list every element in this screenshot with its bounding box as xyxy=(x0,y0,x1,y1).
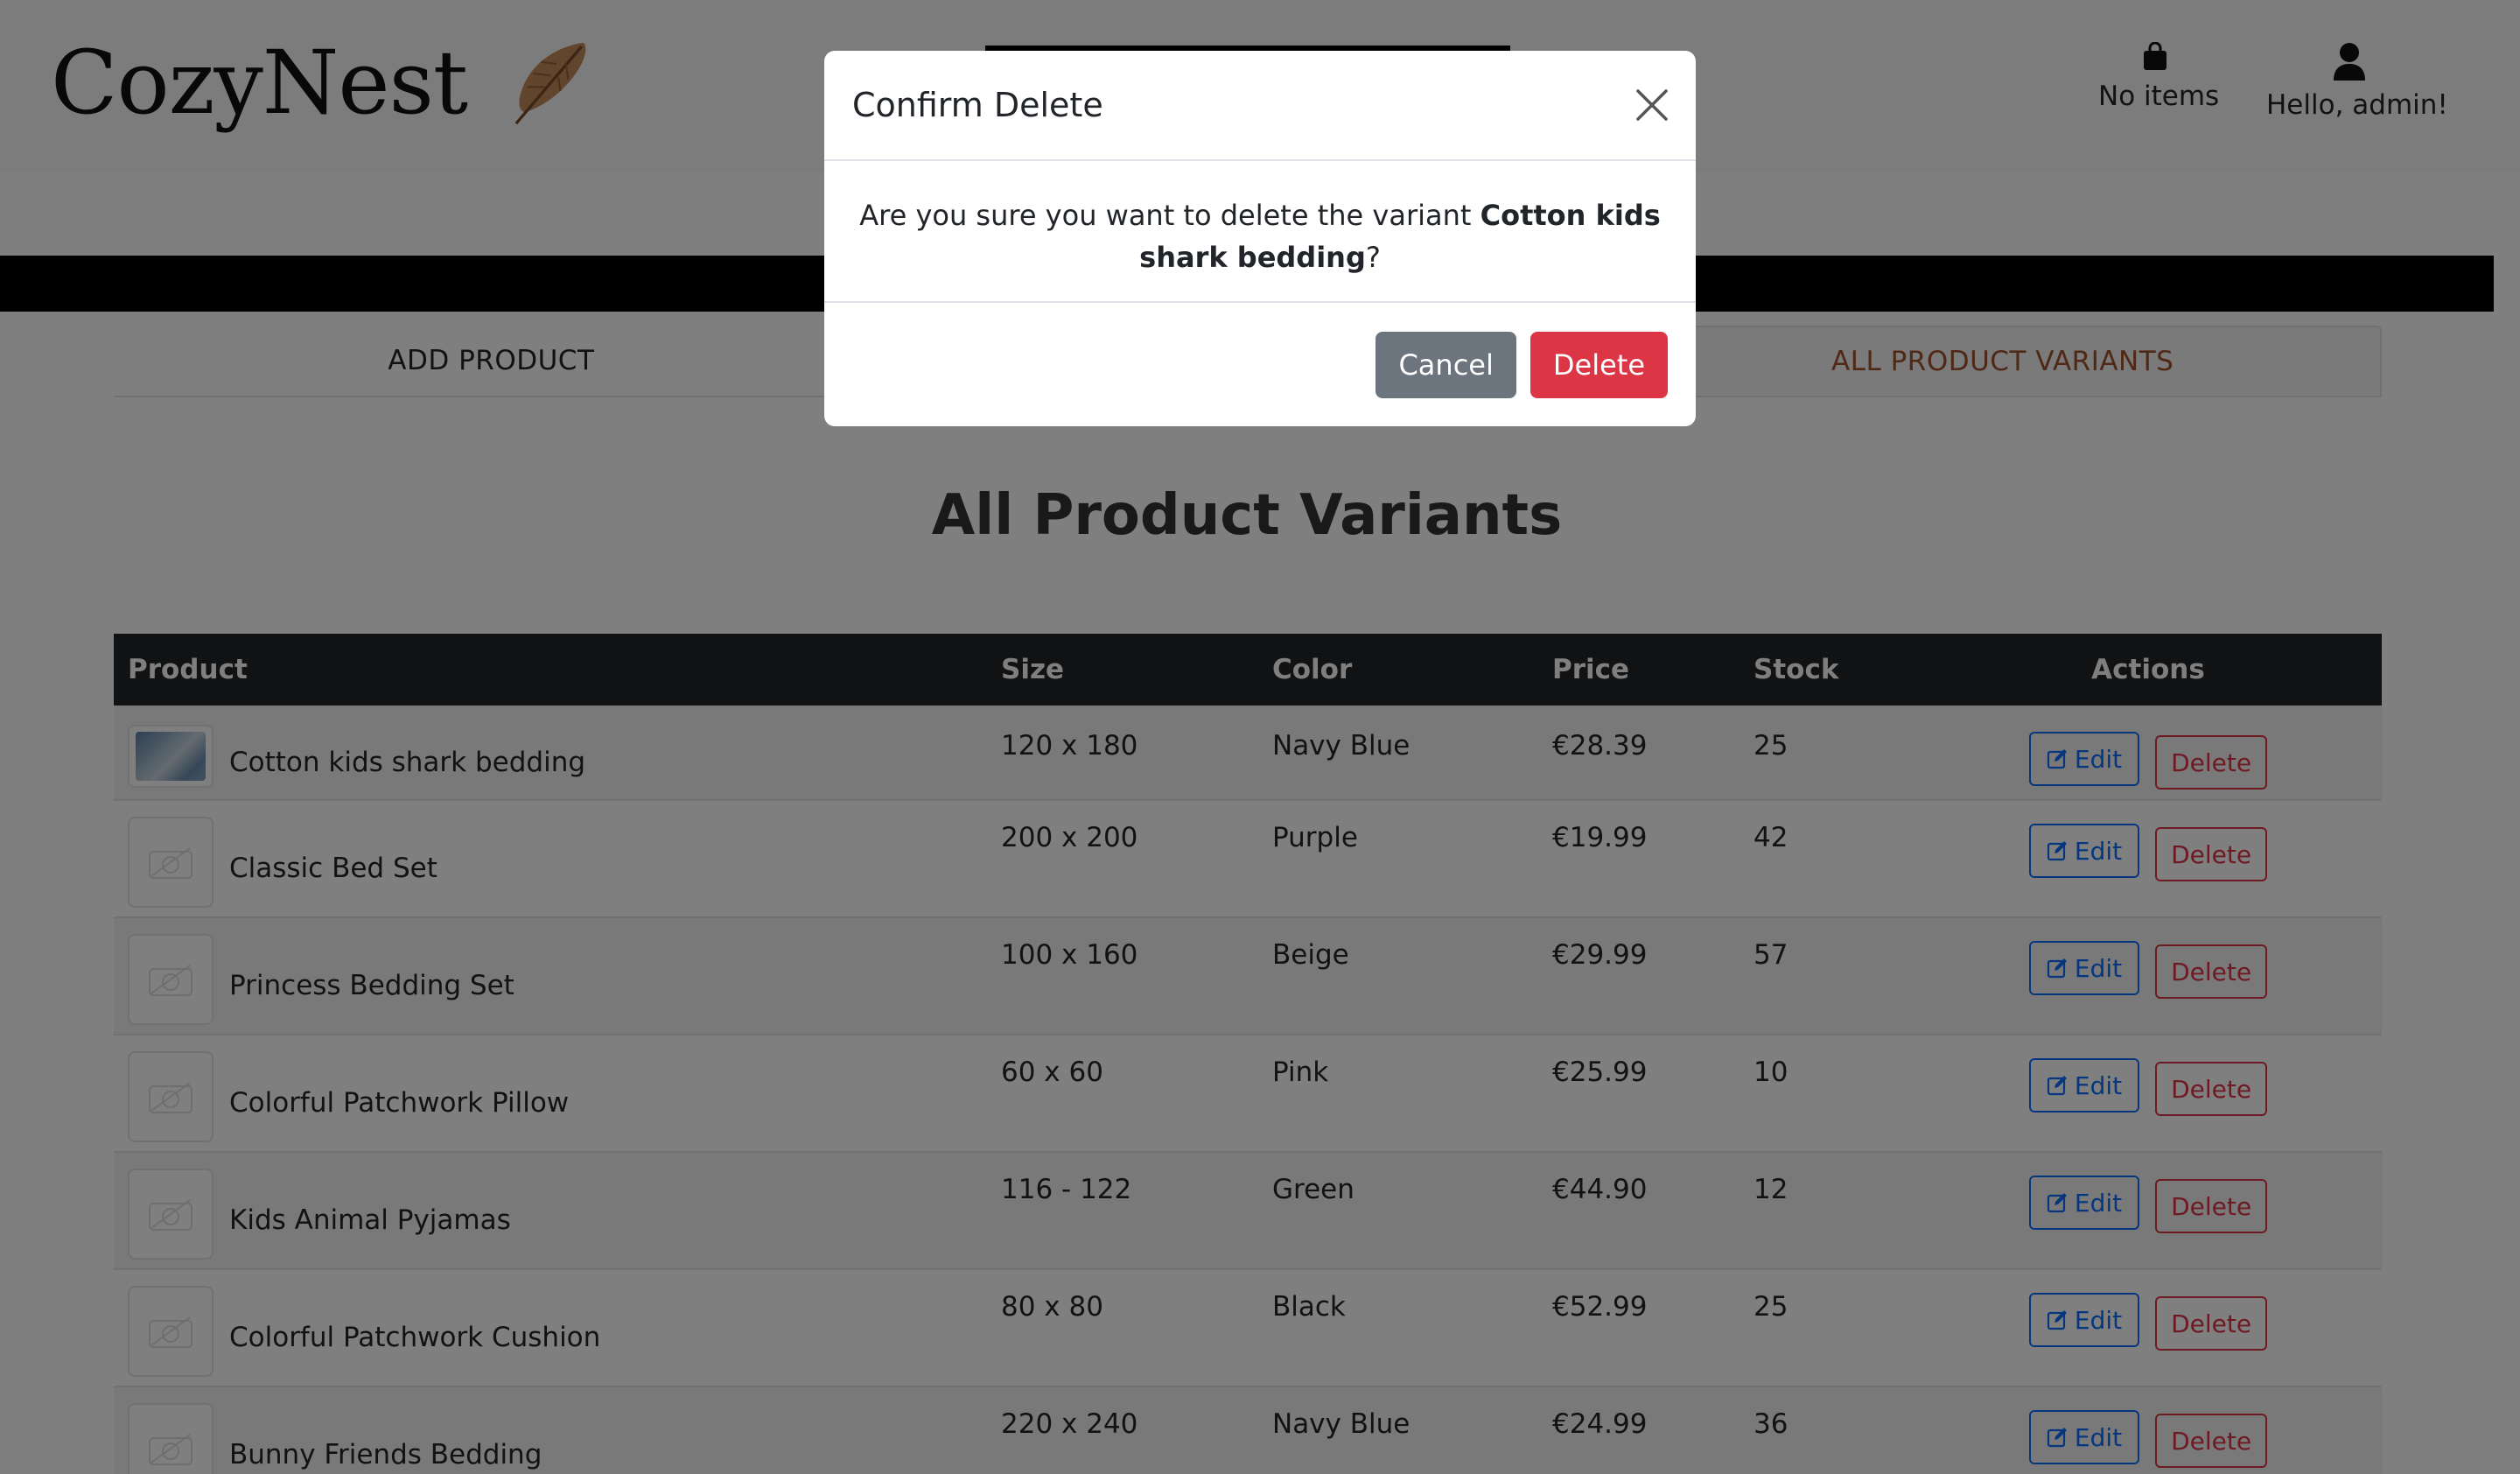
dialog-body: Are you sure you want to delete the vari… xyxy=(824,161,1696,303)
close-icon[interactable] xyxy=(1633,86,1671,124)
cancel-button[interactable]: Cancel xyxy=(1376,331,1516,398)
confirm-delete-dialog: Confirm Delete Are you sure you want to … xyxy=(824,51,1696,426)
dialog-header: Confirm Delete xyxy=(824,51,1696,161)
dialog-message-suffix: ? xyxy=(1365,241,1381,274)
dialog-footer: Cancel Delete xyxy=(824,303,1696,426)
dialog-title: Confirm Delete xyxy=(852,86,1103,124)
confirm-delete-button[interactable]: Delete xyxy=(1530,331,1668,398)
dialog-message-prefix: Are you sure you want to delete the vari… xyxy=(859,199,1480,232)
